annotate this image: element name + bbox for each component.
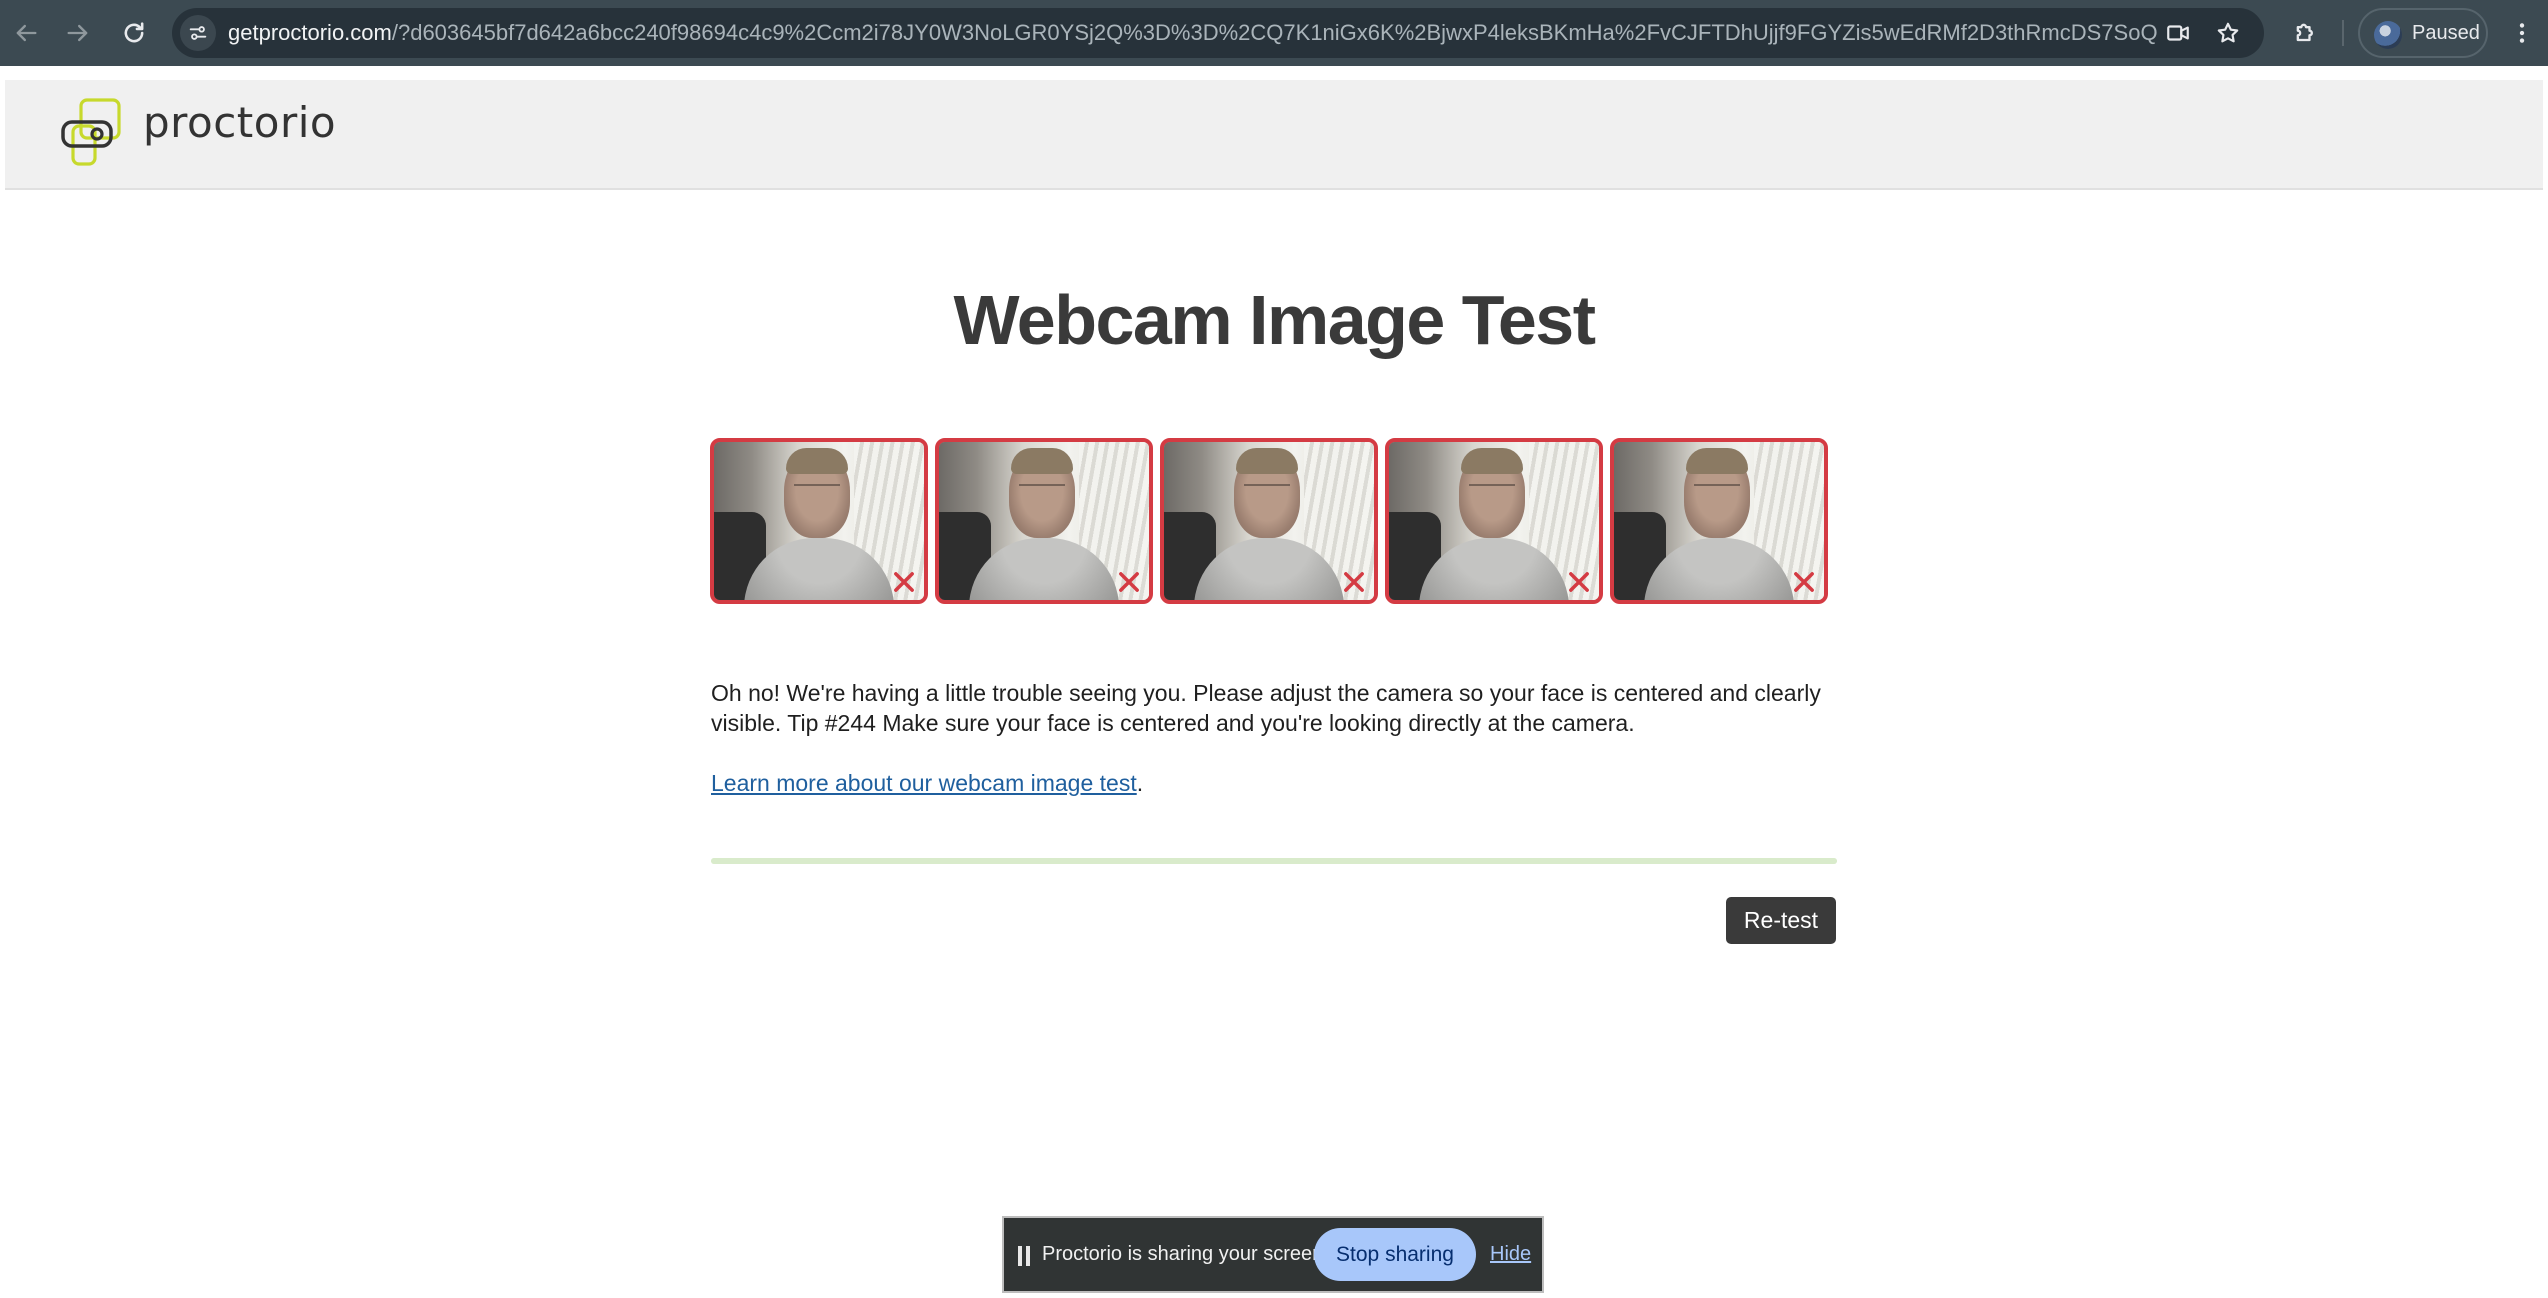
- webcam-thumbnail: [1610, 438, 1828, 604]
- more-menu-icon[interactable]: [2502, 13, 2542, 53]
- webcam-thumbnail: [935, 438, 1153, 604]
- x-icon: [1565, 568, 1593, 596]
- url-text[interactable]: getproctorio.com/?d603645bf7d642a6bcc240…: [228, 8, 2158, 58]
- hide-share-bar-link[interactable]: Hide: [1490, 1218, 1531, 1291]
- site-info-icon[interactable]: [180, 15, 216, 51]
- page-title: Webcam Image Test: [953, 281, 1596, 359]
- address-bar[interactable]: getproctorio.com/?d603645bf7d642a6bcc240…: [172, 8, 2264, 58]
- sharing-status-text: Proctorio is sharing your screen.: [1042, 1243, 1329, 1265]
- webcam-thumbnail: [1160, 438, 1378, 604]
- trouble-message: Oh no! We're having a little trouble see…: [711, 680, 1821, 736]
- x-icon: [1790, 568, 1818, 596]
- retest-button[interactable]: Re-test: [1726, 897, 1836, 944]
- learn-more-link[interactable]: Learn more about our webcam image test: [711, 770, 1137, 796]
- bookmark-star-icon[interactable]: [2212, 17, 2244, 49]
- browser-toolbar: getproctorio.com/?d603645bf7d642a6bcc240…: [0, 0, 2548, 66]
- webcam-thumbnail: [710, 438, 928, 604]
- toolbar-divider: [2342, 20, 2344, 46]
- extensions-puzzle-icon[interactable]: [2286, 13, 2326, 53]
- site-header: proctorio: [5, 80, 2543, 190]
- stop-sharing-button[interactable]: Stop sharing: [1314, 1228, 1476, 1281]
- x-icon: [890, 568, 918, 596]
- x-icon: [1115, 568, 1143, 596]
- profile-button[interactable]: Paused: [2358, 8, 2488, 58]
- webcam-thumbnail-strip: [710, 438, 1832, 606]
- test-progress-bar: [711, 858, 1837, 864]
- learn-more-suffix: .: [1136, 770, 1144, 796]
- avatar: [2374, 21, 2402, 49]
- test-progress-fill: [711, 858, 1837, 864]
- url-host: getproctorio.com: [228, 20, 392, 45]
- learn-more-line: Learn more about our webcam image test.: [711, 768, 1143, 798]
- back-arrow-icon[interactable]: [6, 13, 46, 53]
- proctorio-logo-icon: [61, 98, 121, 166]
- profile-status-label: Paused: [2412, 22, 2480, 44]
- camera-in-use-icon[interactable]: [2162, 17, 2194, 49]
- screen-share-bar: Proctorio is sharing your screen. Stop s…: [1002, 1216, 1544, 1293]
- reload-icon[interactable]: [114, 13, 154, 53]
- drag-handle-icon[interactable]: [1018, 1246, 1030, 1266]
- url-path: /?d603645bf7d642a6bcc240f98694c4c9%2Ccm2…: [391, 20, 2158, 45]
- x-icon: [1340, 568, 1368, 596]
- forward-arrow-icon[interactable]: [58, 13, 98, 53]
- logo-wordmark: proctorio: [143, 98, 337, 147]
- webcam-thumbnail: [1385, 438, 1603, 604]
